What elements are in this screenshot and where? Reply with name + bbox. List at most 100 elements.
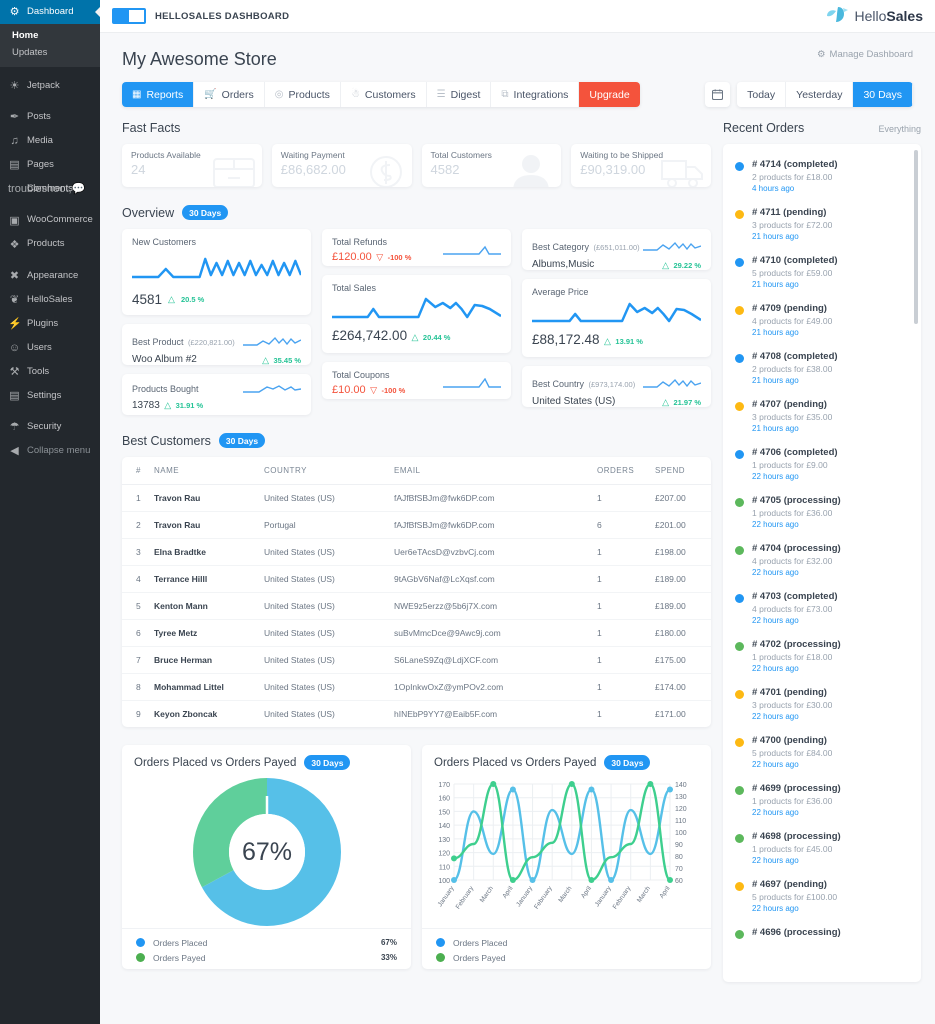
sidebar-item-comments[interactable]: troubleshoot;💬 Comments xyxy=(0,177,100,201)
sidebar-item-pages[interactable]: ▤ Pages xyxy=(0,153,100,177)
order-list-item[interactable]: # 4697 (pending) 5 products for £100.00 22… xyxy=(723,872,921,920)
table-row[interactable]: 8 Mohammad Littel United States (US) 1OpInk… xyxy=(122,673,711,701)
line-chart-title-label: Orders Placed vs Orders Payed xyxy=(434,756,597,769)
order-list-item[interactable]: # 4705 (processing) 1 products for £36.00… xyxy=(723,488,921,536)
cell-country: United States (US) xyxy=(258,592,388,620)
tab-products[interactable]: ◎ Products xyxy=(264,82,341,107)
sidebar-item-hellosales[interactable]: ❦ HelloSales xyxy=(0,288,100,312)
card-best-category[interactable]: Best Category (£651,011.00) Albums,Music xyxy=(522,229,711,270)
fast-fact-card[interactable]: Total Customers 4582 xyxy=(421,144,562,187)
cell-country: United States (US) xyxy=(258,673,388,701)
recent-orders-scrollbar[interactable] xyxy=(914,150,918,324)
order-list-item[interactable]: # 4698 (processing) 1 products for £45.00… xyxy=(723,824,921,872)
sidebar-item-settings[interactable]: ▤ Settings xyxy=(0,384,100,408)
card-value: £88,172.48 xyxy=(532,332,600,347)
sidebar-item-plugins[interactable]: ⚡ Plugins xyxy=(0,312,100,336)
order-list-item[interactable]: # 4709 (pending) 4 products for £49.00 21 … xyxy=(723,296,921,344)
manage-dashboard-link[interactable]: ⚙ Manage Dashboard xyxy=(817,49,913,60)
best-customers-table: # NAME COUNTRY EMAIL ORDERS SPEND 1 Travo… xyxy=(122,457,711,727)
table-row[interactable]: 7 Bruce Herman United States (US) S6LaneS9Z… xyxy=(122,646,711,674)
cell-name: Tyree Metz xyxy=(148,619,258,647)
order-list-item[interactable]: # 4700 (pending) 5 products for £84.00 22 … xyxy=(723,728,921,776)
tab-reports[interactable]: ▦ Reports xyxy=(122,82,195,107)
upgrade-button[interactable]: Upgrade xyxy=(579,82,640,107)
card-best-product[interactable]: Best Product (£220,821.00) Woo Album #2 xyxy=(122,324,311,365)
table-row[interactable]: 1 Travon Rau United States (US) fAJfBfSBJm@… xyxy=(122,484,711,512)
tab-customers[interactable]: ☃ Customers xyxy=(340,82,427,107)
order-list-item[interactable]: # 4704 (processing) 4 products for £32.00… xyxy=(723,536,921,584)
data-point xyxy=(509,786,516,793)
cell-email: 9tAGbV6Naf@LcXqsf.com xyxy=(388,565,591,593)
table-row[interactable]: 3 Elna Bradtke United States (US) Uer6eTAcs… xyxy=(122,538,711,566)
card-total-coupons[interactable]: Total Coupons £10.00 ▽ -100 % xyxy=(322,362,511,399)
sidebar-item-label: Security xyxy=(27,421,62,433)
order-list-item[interactable]: # 4706 (completed) 1 products for £9.00 22… xyxy=(723,440,921,488)
order-status-dot xyxy=(735,930,744,939)
order-list-item[interactable]: # 4708 (completed) 2 products for £38.00 2… xyxy=(723,344,921,392)
tab-digest[interactable]: ☰ Digest xyxy=(426,82,492,107)
range-today[interactable]: Today xyxy=(737,82,787,107)
card-value: Albums,Music xyxy=(532,258,595,270)
table-row[interactable]: 9 Keyon Zboncak United States (US) hINEbP9Y… xyxy=(122,701,711,728)
range-30-days[interactable]: 30 Days xyxy=(853,82,913,107)
sidebar-item-woocommerce[interactable]: ▣ WooCommerce xyxy=(0,209,100,233)
order-list-item[interactable]: # 4696 (processing) xyxy=(723,920,921,946)
table-row[interactable]: 5 Kenton Mann United States (US) NWE9z5erzz… xyxy=(122,592,711,620)
best-country-trend: △ 21.97 % xyxy=(662,392,701,410)
y-tick-right: 70 xyxy=(675,866,683,873)
tab-orders[interactable]: 🛒 Orders xyxy=(194,82,265,107)
sidebar-item-products[interactable]: ❖ Products xyxy=(0,233,100,257)
order-list-item[interactable]: # 4703 (completed) 4 products for £73.00 2… xyxy=(723,584,921,632)
cell-orders: 1 xyxy=(591,592,649,620)
fast-fact-card[interactable]: Waiting to be Shipped £90,319.00 xyxy=(571,144,711,187)
order-list-item[interactable]: # 4711 (pending) 3 products for £72.00 21 … xyxy=(723,200,921,248)
order-body: # 4696 (processing) xyxy=(752,927,841,939)
calendar-button[interactable] xyxy=(705,82,731,107)
tab-integrations[interactable]: ⧉ Integrations xyxy=(491,82,580,107)
users-icon: ☺ xyxy=(8,342,21,355)
tab-label: Customers xyxy=(364,88,416,101)
table-row[interactable]: 4 Terrance Hilll United States (US) 9tAGbV6… xyxy=(122,565,711,593)
submenu-item-updates[interactable]: Updates xyxy=(0,44,100,61)
sidebar-item-users[interactable]: ☺ Users xyxy=(0,336,100,360)
order-list-item[interactable]: # 4714 (completed) 2 products for £18.00 4… xyxy=(723,152,921,200)
recent-orders-filter[interactable]: Everything xyxy=(878,124,921,134)
donut-chart[interactable]: 67% xyxy=(192,777,342,927)
card-best-country[interactable]: Best Country (£973,174.00) United States… xyxy=(522,366,711,407)
sidebar-item-jetpack[interactable]: ☀ Jetpack xyxy=(0,74,100,98)
order-list-item[interactable]: # 4702 (processing) 1 products for £18.00… xyxy=(723,632,921,680)
order-list-item[interactable]: # 4699 (processing) 1 products for £36.00… xyxy=(723,776,921,824)
legend-dot-orders-placed xyxy=(436,938,445,947)
submenu-item-home[interactable]: Home xyxy=(0,27,100,44)
order-list-item[interactable]: # 4707 (pending) 3 products for £35.00 21 … xyxy=(723,392,921,440)
data-point xyxy=(666,877,673,883)
sidebar-item-label: Tools xyxy=(27,365,50,377)
order-list-item[interactable]: # 4701 (pending) 3 products for £30.00 22 … xyxy=(723,680,921,728)
tab-label: Orders xyxy=(221,88,254,101)
card-new-customers[interactable]: New Customers 4581 △ 20.5 % xyxy=(122,229,311,315)
order-list-item[interactable]: # 4710 (completed) 5 products for £59.00 2… xyxy=(723,248,921,296)
best-category-top: Best Category (£651,011.00) xyxy=(532,237,701,255)
card-total-refunds[interactable]: Total Refunds £120.00 ▽ -100 % xyxy=(322,229,511,266)
cell-name: Kenton Mann xyxy=(148,592,258,620)
range-yesterday[interactable]: Yesterday xyxy=(786,82,854,107)
order-status-dot xyxy=(735,594,744,603)
sidebar-item-tools[interactable]: ⚒ Tools xyxy=(0,360,100,384)
sidebar-item-appearance[interactable]: ✖ Appearance xyxy=(0,264,100,288)
fast-fact-card[interactable]: Products Available 24 xyxy=(122,144,262,187)
sidebar-item-collapse-menu[interactable]: ◀ Collapse menu xyxy=(0,439,100,463)
fast-fact-card[interactable]: Waiting Payment £86,682.00 xyxy=(271,144,412,187)
sidebar-item-dashboard[interactable]: ⚙ Dashboard xyxy=(0,0,100,25)
y-tick-right: 120 xyxy=(675,806,687,813)
table-row[interactable]: 6 Tyree Metz United States (US) suBvMmcDce@… xyxy=(122,619,711,647)
sidebar-item-security[interactable]: ☂ Security xyxy=(0,415,100,439)
sidebar-item-posts[interactable]: ✒ Posts xyxy=(0,105,100,129)
card-average-price[interactable]: Average Price £88,172.48 △ 13.91 % xyxy=(522,279,711,357)
card-total-sales[interactable]: Total Sales £264,742.00 △ 20.44 % xyxy=(322,275,511,353)
table-row[interactable]: 2 Travon Rau Portugal fAJfBfSBJm@fwk6DP.com… xyxy=(122,511,711,539)
line-chart[interactable]: 100 110 120 130 140 150 160 170 60 70 80 90 100 110 12… xyxy=(424,776,710,926)
card-products-bought[interactable]: Products Bought 13783 △ 31.91 % xyxy=(122,374,311,415)
sidebar-item-media[interactable]: ♫ Media xyxy=(0,129,100,153)
cell-spend: £189.00 xyxy=(649,592,711,620)
cell-name: Bruce Herman xyxy=(148,646,258,674)
